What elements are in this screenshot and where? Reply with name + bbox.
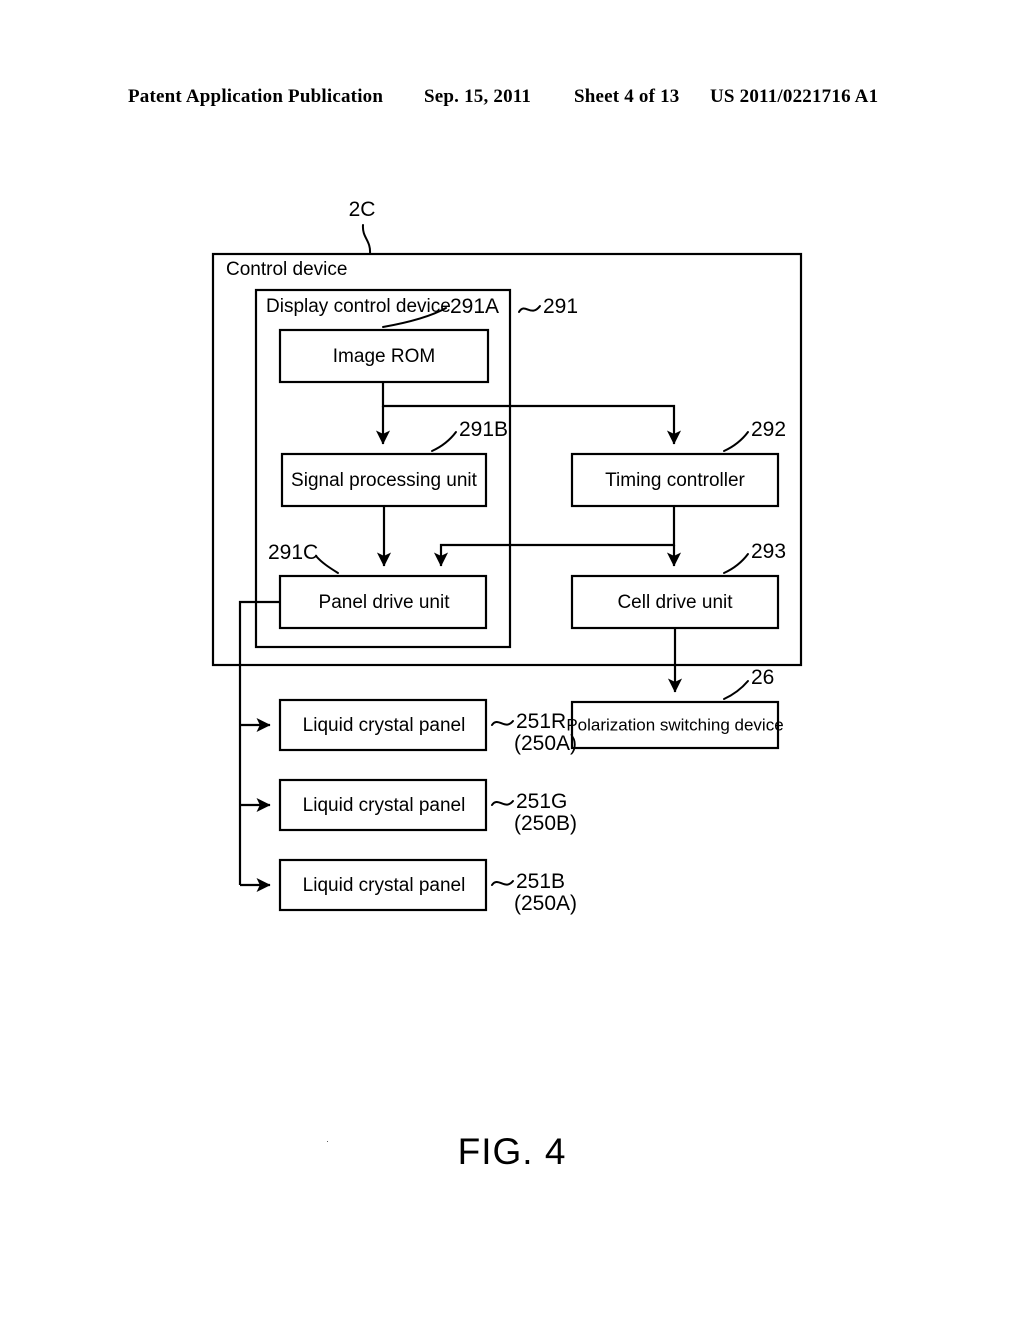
leader-2c bbox=[361, 224, 372, 255]
reference-2c: 2C bbox=[349, 198, 376, 221]
connector-panel-drive-unit-bus bbox=[238, 600, 280, 885]
reference-251r-alt: (250A) bbox=[514, 732, 577, 755]
reference-293: 293 bbox=[751, 540, 786, 563]
block-timing-controller-label: Timing controller bbox=[605, 470, 745, 491]
reference-251b-alt: (250A) bbox=[514, 892, 577, 915]
leader-293 bbox=[723, 553, 749, 574]
container-display-control-device-label: Display control device bbox=[266, 296, 451, 317]
block-diagram: Control device 2C Display control device… bbox=[211, 198, 803, 915]
connector-timing-controller-to-panel-drive-unit bbox=[433, 506, 676, 567]
leader-292 bbox=[723, 431, 749, 452]
leader-251g bbox=[491, 800, 514, 806]
block-polarization-switching-device-label: Polarization switching device bbox=[566, 715, 783, 734]
reference-251g-alt: (250B) bbox=[514, 812, 577, 835]
leader-291c bbox=[315, 555, 339, 574]
figure-caption: FIG. 4 bbox=[457, 1131, 567, 1172]
block-signal-processing-unit-label: Signal processing unit bbox=[291, 470, 478, 491]
reference-26: 26 bbox=[751, 666, 774, 689]
reference-251r: 251R bbox=[516, 710, 566, 733]
block-panel-drive-unit-label: Panel drive unit bbox=[319, 592, 451, 613]
leader-291b bbox=[431, 431, 457, 452]
block-liquid-crystal-panel-b-label: Liquid crystal panel bbox=[303, 875, 466, 896]
block-image-rom-label: Image ROM bbox=[333, 346, 435, 367]
leader-291 bbox=[518, 305, 541, 313]
leader-26 bbox=[723, 680, 749, 700]
reference-251g: 251G bbox=[516, 790, 567, 813]
reference-291b: 291B bbox=[459, 418, 508, 441]
block-cell-drive-unit-label: Cell drive unit bbox=[617, 592, 733, 613]
reference-291c: 291C bbox=[268, 541, 318, 564]
block-liquid-crystal-panel-g-label: Liquid crystal panel bbox=[303, 795, 466, 816]
leader-251r bbox=[491, 720, 514, 726]
container-control-device-label: Control device bbox=[226, 259, 347, 280]
reference-291: 291 bbox=[543, 295, 578, 318]
reference-251b: 251B bbox=[516, 870, 565, 893]
reference-292: 292 bbox=[751, 418, 786, 441]
leader-251b bbox=[491, 880, 514, 886]
reference-291a: 291A bbox=[450, 295, 499, 318]
connector-image-rom-to-timing-controller bbox=[381, 382, 682, 445]
block-liquid-crystal-panel-r-label: Liquid crystal panel bbox=[303, 715, 466, 736]
patent-figure-page: Patent Application Publication Sep. 15, … bbox=[0, 0, 1024, 1320]
